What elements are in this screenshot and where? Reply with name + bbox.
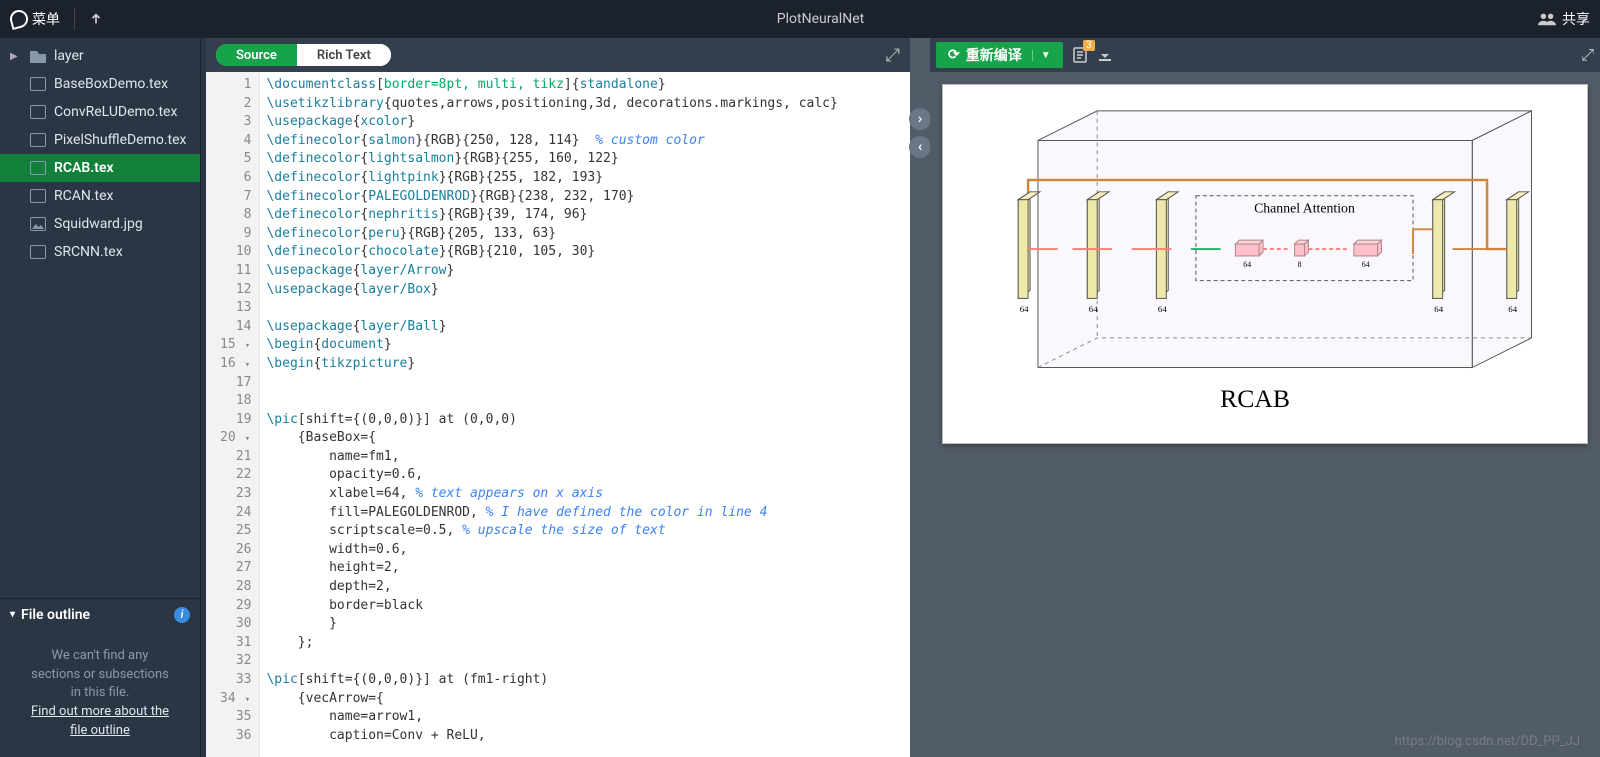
share-button[interactable]: 共享 xyxy=(1538,9,1590,29)
file-label: SRCNN.tex xyxy=(54,244,123,260)
main-split: ▶ layer BaseBoxDemo.tex ConvReLUDemo.tex P… xyxy=(0,38,1600,757)
watermark-text: https://blog.csdn.net/DD_PP_JJ xyxy=(1395,734,1580,749)
line-number-gutter: 123456789101112131415 ▾16 ▾17181920 ▾212… xyxy=(206,72,260,757)
svg-text:64: 64 xyxy=(1434,304,1443,314)
file-row-Squidward-jpg[interactable]: Squidward.jpg xyxy=(0,210,200,238)
folder-label: layer xyxy=(54,48,84,64)
collapse-left-icon[interactable]: ‹ xyxy=(909,136,931,158)
recompile-button[interactable]: ⟳ 重新编译 ▼ xyxy=(936,42,1063,68)
editor-toolbar: Source Rich Text ⤢ xyxy=(206,38,910,72)
info-icon[interactable]: i xyxy=(174,607,190,623)
refresh-icon: ⟳ xyxy=(948,47,960,63)
file-row-ConvReLUDemo-tex[interactable]: ConvReLUDemo.tex xyxy=(0,98,200,126)
editor-mode-toggle: Source Rich Text xyxy=(216,44,391,66)
file-icon xyxy=(30,245,46,259)
outline-help-link[interactable]: Find out more about the file outline xyxy=(31,704,169,738)
pdf-page: 64 64 64 64 64 Channel Attention 64 xyxy=(942,84,1588,444)
outline-empty-state: We can't find any sections or subsection… xyxy=(0,631,200,757)
file-label: RCAB.tex xyxy=(54,160,114,176)
download-button[interactable] xyxy=(1097,47,1113,63)
toolbar-separator xyxy=(74,8,75,30)
file-row-SRCNN-tex[interactable]: SRCNN.tex xyxy=(0,238,200,266)
diagram-title: RCAB xyxy=(1220,384,1290,413)
file-icon xyxy=(30,161,46,175)
top-toolbar: 菜单 PlotNeuralNet 共享 xyxy=(0,0,1600,38)
log-count-badge: 3 xyxy=(1083,40,1095,51)
menu-label: 菜单 xyxy=(32,9,60,29)
chevron-down-icon: ▾ xyxy=(10,609,15,620)
file-row-BaseBoxDemo-tex[interactable]: BaseBoxDemo.tex xyxy=(0,70,200,98)
file-label: PixelShuffleDemo.tex xyxy=(54,132,187,148)
svg-text:64: 64 xyxy=(1362,260,1370,269)
tab-rich-text[interactable]: Rich Text xyxy=(297,44,391,66)
project-title: PlotNeuralNet xyxy=(103,11,1538,27)
code-editor[interactable]: 123456789101112131415 ▾16 ▾17181920 ▾212… xyxy=(206,72,910,757)
image-icon xyxy=(30,217,46,231)
logs-button[interactable]: 3 xyxy=(1071,46,1089,64)
chevron-right-icon: ▶ xyxy=(10,51,22,62)
code-content[interactable]: \documentclass[border=8pt, multi, tikz]{… xyxy=(260,72,843,757)
file-row-PixelShuffleDemo-tex[interactable]: PixelShuffleDemo.tex xyxy=(0,126,200,154)
file-row-RCAB-tex[interactable]: RCAB.tex xyxy=(0,154,200,182)
rcab-diagram: 64 64 64 64 64 Channel Attention 64 xyxy=(959,101,1571,427)
share-label: 共享 xyxy=(1562,9,1590,29)
collapse-right-icon[interactable]: › xyxy=(909,108,931,130)
overleaf-logo-icon xyxy=(8,8,30,30)
pane-resize-handle[interactable]: › ‹ xyxy=(910,38,930,757)
file-label: BaseBoxDemo.tex xyxy=(54,76,168,92)
folder-row-layer[interactable]: ▶ layer xyxy=(0,42,200,70)
file-label: RCAN.tex xyxy=(54,188,114,204)
file-icon xyxy=(30,189,46,203)
file-label: ConvReLUDemo.tex xyxy=(54,104,177,120)
file-outline-toggle[interactable]: ▾ File outline i xyxy=(0,598,200,631)
tab-source[interactable]: Source xyxy=(216,44,297,66)
file-tree: ▶ layer BaseBoxDemo.tex ConvReLUDemo.tex P… xyxy=(0,38,200,598)
file-row-RCAN-tex[interactable]: RCAN.tex xyxy=(0,182,200,210)
svg-text:64: 64 xyxy=(1158,304,1167,314)
recompile-dropdown-icon[interactable]: ▼ xyxy=(1032,50,1051,61)
people-icon xyxy=(1538,12,1556,26)
pdf-viewport[interactable]: 64 64 64 64 64 Channel Attention 64 xyxy=(930,72,1600,757)
svg-text:8: 8 xyxy=(1298,260,1302,269)
expand-editor-icon[interactable]: ⤢ xyxy=(886,45,900,66)
svg-text:64: 64 xyxy=(1089,304,1098,314)
svg-text:64: 64 xyxy=(1243,260,1251,269)
recompile-label: 重新编译 xyxy=(966,45,1022,65)
file-icon xyxy=(30,105,46,119)
file-sidebar: ▶ layer BaseBoxDemo.tex ConvReLUDemo.tex P… xyxy=(0,38,200,757)
file-icon xyxy=(30,133,46,147)
folder-icon xyxy=(30,49,46,63)
editor-pane: Source Rich Text ⤢ 123456789101112131415… xyxy=(206,38,910,757)
file-icon xyxy=(30,77,46,91)
download-icon xyxy=(1097,47,1113,63)
preview-pane: ⟳ 重新编译 ▼ 3 ⤢ xyxy=(930,38,1600,757)
expand-preview-icon[interactable]: ⤢ xyxy=(1581,45,1594,65)
up-button[interactable] xyxy=(89,12,103,26)
menu-button[interactable]: 菜单 xyxy=(10,9,60,29)
attention-label: Channel Attention xyxy=(1254,201,1355,216)
svg-text:64: 64 xyxy=(1020,304,1029,314)
preview-toolbar: ⟳ 重新编译 ▼ 3 ⤢ xyxy=(930,38,1600,72)
file-label: Squidward.jpg xyxy=(54,216,143,232)
svg-text:64: 64 xyxy=(1508,304,1517,314)
outline-header-label: File outline xyxy=(21,607,90,623)
